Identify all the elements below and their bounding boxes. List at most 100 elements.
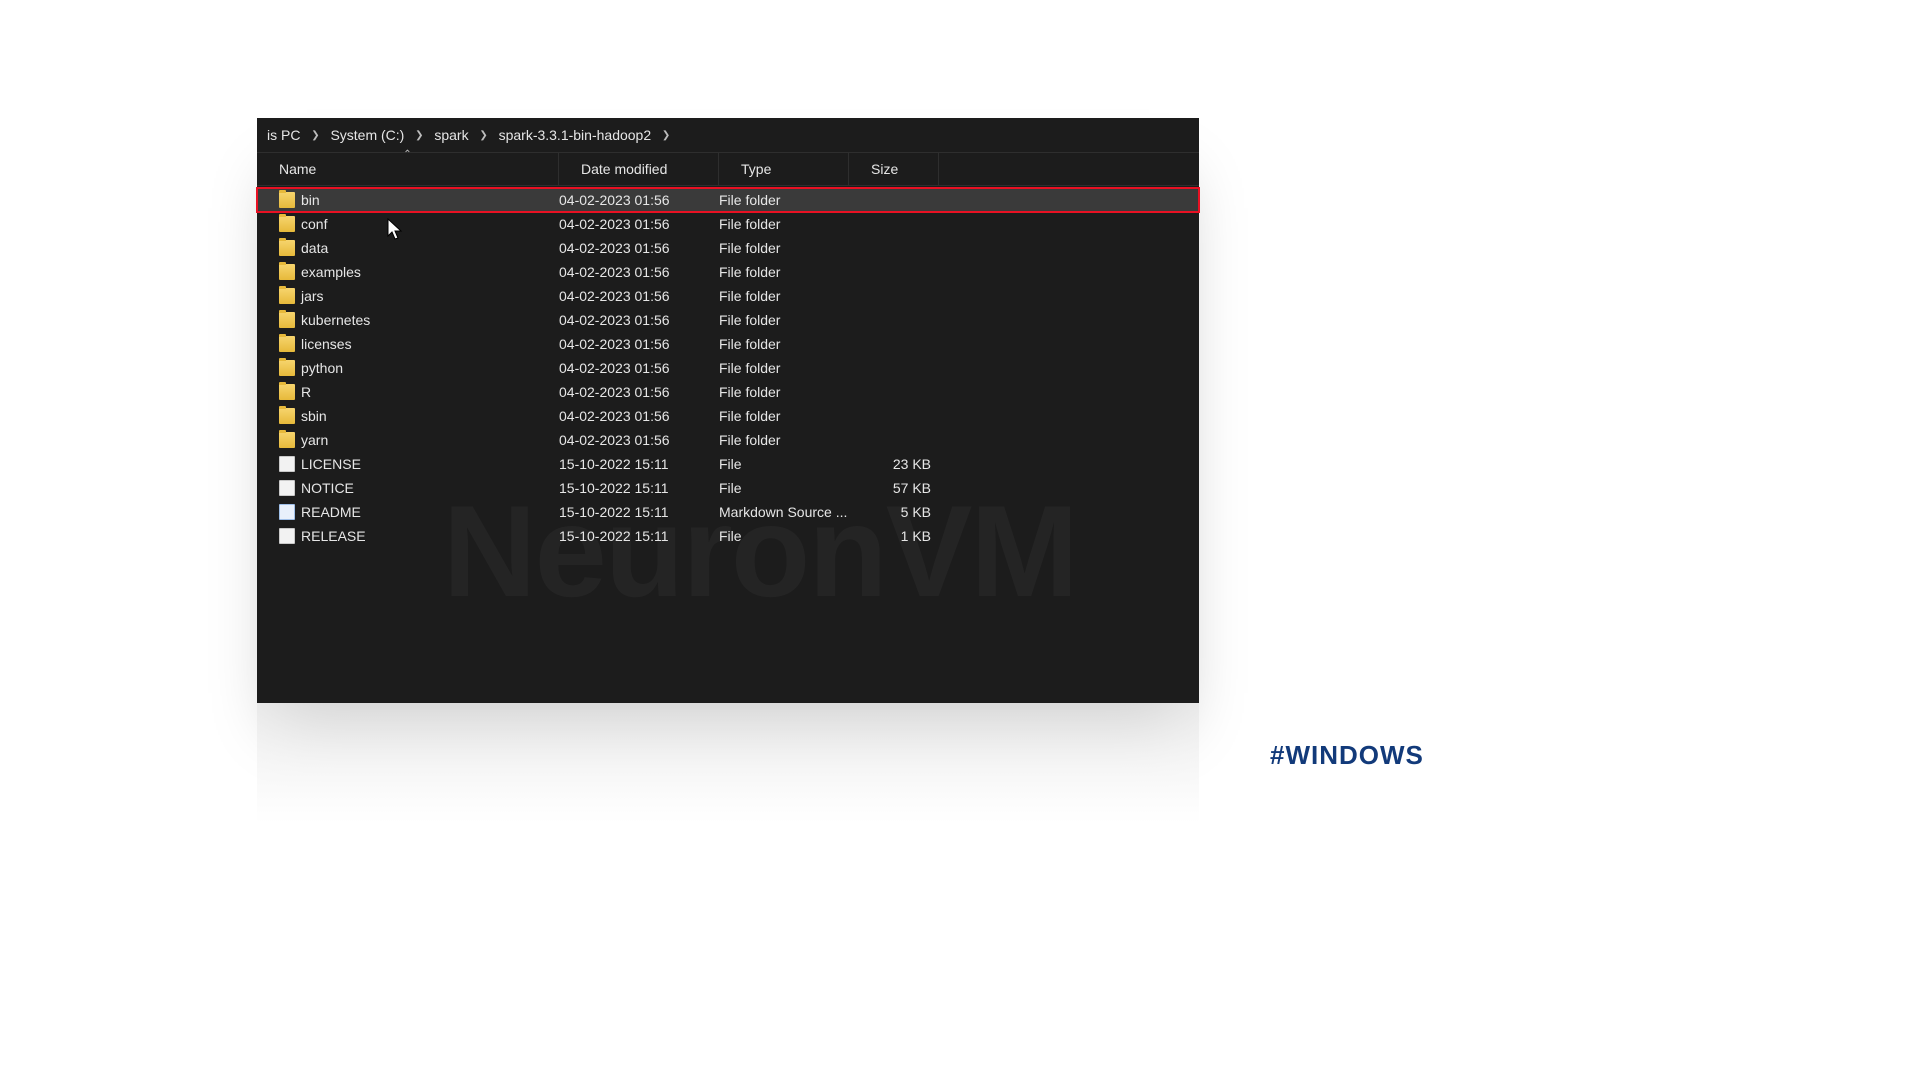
cell-date: 04-02-2023 01:56 [559,384,719,400]
column-header-label: Name [279,161,316,177]
cell-date: 04-02-2023 01:56 [559,216,719,232]
file-icon [279,504,295,520]
file-row[interactable]: yarn04-02-2023 01:56File folder [257,428,1199,452]
cell-size: 5 KB [849,504,939,520]
sort-asc-icon: ⌃ [403,149,411,160]
breadcrumb-segment[interactable]: System (C:) [324,124,410,146]
cell-date: 04-02-2023 01:56 [559,336,719,352]
file-row[interactable]: LICENSE15-10-2022 15:11File23 KB [257,452,1199,476]
column-header-label: Date modified [581,161,667,177]
cell-date: 15-10-2022 15:11 [559,528,719,544]
file-row[interactable]: python 04-02-2023 01:56File folder [257,356,1199,380]
folder-icon [279,360,295,376]
file-name: NOTICE [301,480,354,496]
folder-icon [279,192,295,208]
column-header-date-modified[interactable]: Date modified [559,153,719,185]
cell-name: python [279,360,559,376]
cell-type: File folder [719,312,849,328]
file-name: bin [301,192,320,208]
cell-date: 04-02-2023 01:56 [559,312,719,328]
cell-name: data [279,240,559,256]
column-headers: ⌃ Name Date modified Type Size [257,152,1199,186]
file-row[interactable]: README15-10-2022 15:11Markdown Source ..… [257,500,1199,524]
file-icon [279,480,295,496]
folder-icon [279,240,295,256]
folder-icon [279,264,295,280]
cell-name: jars [279,288,559,304]
file-row[interactable]: NOTICE 15-10-2022 15:11File57 KB [257,476,1199,500]
file-row[interactable]: licenses 04-02-2023 01:56File folder [257,332,1199,356]
breadcrumb-segment[interactable]: spark-3.3.1-bin-hadoop2 [493,124,658,146]
chevron-right-icon[interactable]: ❯ [410,127,428,144]
file-icon [279,456,295,472]
cell-type: File [719,528,849,544]
chevron-right-icon[interactable]: ❯ [657,127,675,144]
cell-type: File folder [719,288,849,304]
folder-icon [279,432,295,448]
file-row[interactable]: RELEASE15-10-2022 15:11File1 KB [257,524,1199,548]
cell-date: 04-02-2023 01:56 [559,408,719,424]
file-row[interactable]: jars 04-02-2023 01:56File folder [257,284,1199,308]
folder-icon [279,408,295,424]
file-name: README [301,504,361,520]
cell-name: kubernetes [279,312,559,328]
cell-name: NOTICE [279,480,559,496]
file-name: jars [301,288,324,304]
file-row[interactable]: data04-02-2023 01:56File folder [257,236,1199,260]
folder-icon [279,336,295,352]
breadcrumb-segment[interactable]: is PC [261,124,306,146]
reflection-fade [257,703,1199,853]
file-row[interactable]: bin04-02-2023 01:56File folder [257,188,1199,212]
file-name: sbin [301,408,327,424]
cell-type: File folder [719,432,849,448]
file-explorer-window: is PC ❯ System (C:) ❯ spark ❯ spark-3.3.… [257,118,1199,703]
folder-icon [279,288,295,304]
cell-type: Markdown Source ... [719,504,849,520]
cell-name: yarn [279,432,559,448]
file-icon [279,528,295,544]
breadcrumb-segment[interactable]: spark [428,124,474,146]
file-name: licenses [301,336,352,352]
column-header-size[interactable]: Size [849,153,939,185]
cell-name: examples [279,264,559,280]
file-name: examples [301,264,361,280]
hashtag-text: #WINDOWS [1270,740,1400,760]
file-row[interactable]: kubernetes04-02-2023 01:56File folder [257,308,1199,332]
chevron-right-icon[interactable]: ❯ [475,127,493,144]
cell-type: File folder [719,408,849,424]
file-name: LICENSE [301,456,361,472]
file-row[interactable]: R04-02-2023 01:56File folder [257,380,1199,404]
cell-type: File folder [719,384,849,400]
column-header-name[interactable]: ⌃ Name [257,153,559,185]
cell-name: RELEASE [279,528,559,544]
file-row[interactable]: sbin 04-02-2023 01:56File folder [257,404,1199,428]
cell-name: bin [279,192,559,208]
cell-date: 15-10-2022 15:11 [559,456,719,472]
cell-type: File folder [719,192,849,208]
file-name: python [301,360,343,376]
cell-type: File folder [719,360,849,376]
cell-type: File [719,456,849,472]
cell-type: File folder [719,336,849,352]
cell-date: 04-02-2023 01:56 [559,360,719,376]
folder-icon [279,312,295,328]
cell-date: 15-10-2022 15:11 [559,480,719,496]
file-name: conf [301,216,327,232]
cell-name: conf [279,216,559,232]
file-row[interactable]: conf 04-02-2023 01:56File folder [257,212,1199,236]
cell-type: File [719,480,849,496]
cell-type: File folder [719,216,849,232]
file-row[interactable]: examples04-02-2023 01:56File folder [257,260,1199,284]
column-header-type[interactable]: Type [719,153,849,185]
cell-type: File folder [719,264,849,280]
folder-icon [279,216,295,232]
column-header-label: Type [741,161,771,177]
cell-size: 57 KB [849,480,939,496]
cell-name: LICENSE [279,456,559,472]
cell-date: 04-02-2023 01:56 [559,288,719,304]
file-name: yarn [301,432,328,448]
cell-name: README [279,504,559,520]
cell-type: File folder [719,240,849,256]
chevron-right-icon[interactable]: ❯ [306,127,324,144]
file-list: NeuronVM bin04-02-2023 01:56File folderc… [257,186,1199,548]
